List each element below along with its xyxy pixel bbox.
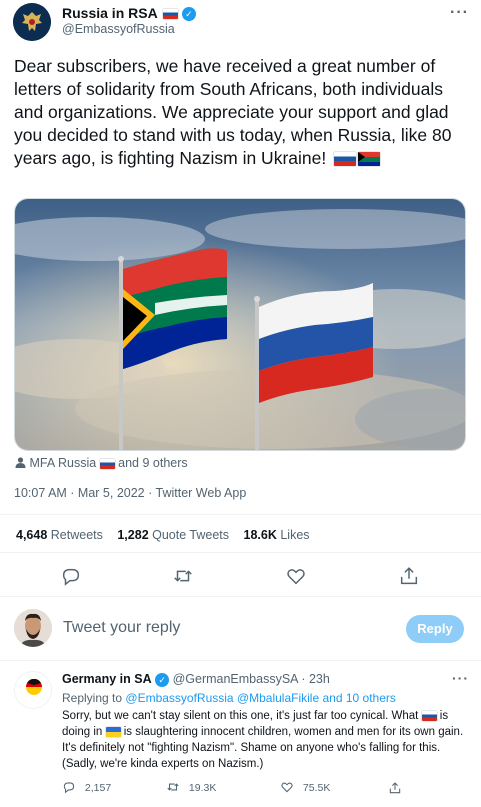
share-icon[interactable]	[398, 565, 420, 587]
person-icon	[15, 457, 26, 468]
like-icon	[281, 782, 293, 793]
user-avatar[interactable]	[14, 609, 52, 647]
flags-photo	[15, 199, 465, 450]
author-name[interactable]: Russia in RSA	[62, 5, 157, 21]
author-handle[interactable]: @EmbassyofRussia	[62, 22, 175, 36]
ukraine-flag-icon	[105, 726, 121, 737]
verified-badge-icon: ✓	[181, 7, 196, 22]
quote-tweets-stat[interactable]: 1,282 Quote Tweets	[117, 528, 229, 542]
reply-icon[interactable]	[60, 565, 82, 587]
tweet-timestamp[interactable]: 10:07 AM · Mar 5, 2022 · Twitter Web App	[14, 486, 246, 500]
divider	[0, 660, 481, 661]
more-icon[interactable]: ···	[450, 4, 469, 22]
reply-retweets[interactable]: 19.3K	[166, 780, 216, 794]
likes-label: Likes	[280, 528, 310, 542]
reply-text-part-3: is slaughtering innocent children, women…	[62, 726, 464, 770]
south-africa-flag-icon	[358, 152, 381, 167]
divider	[0, 514, 481, 515]
replying-to-label: Replying to	[62, 691, 123, 705]
divider	[0, 552, 481, 553]
russian-emblem-icon	[13, 3, 51, 41]
tweet-text: Dear subscribers, we have received a gre…	[14, 55, 469, 170]
retweets-label: Retweets	[50, 528, 103, 542]
reply-button[interactable]: Reply	[406, 615, 464, 643]
retweet-icon[interactable]	[172, 565, 194, 587]
reply-replies[interactable]: 2,157	[62, 780, 111, 794]
retweet-icon	[167, 783, 179, 791]
reply-retweets-count: 19.3K	[188, 782, 217, 794]
reply-likes[interactable]: 75.5K	[280, 780, 330, 794]
russia-flag-icon	[421, 710, 437, 721]
reply-text: Sorry, but we can't stay silent on this …	[62, 708, 474, 772]
tagged-users[interactable]: MFA Russia and 9 others	[15, 456, 188, 470]
divider	[0, 596, 481, 597]
verified-badge-icon: ✓	[155, 672, 170, 687]
author-avatar[interactable]	[13, 3, 51, 41]
tweet-body: Dear subscribers, we have received a gre…	[14, 56, 452, 168]
share-icon[interactable]	[388, 781, 402, 795]
reply-author-handle[interactable]: @GermanEmbassySA	[173, 672, 298, 686]
reply-author-name[interactable]: Germany in SA	[62, 672, 152, 686]
tagged-primary[interactable]: MFA Russia	[29, 456, 96, 470]
tweet-image[interactable]	[14, 198, 466, 451]
russia-flag-icon	[334, 152, 357, 167]
reply-replies-count: 2,157	[84, 782, 112, 794]
russia-flag-icon	[99, 458, 115, 469]
author-name-row[interactable]: Russia in RSA ✓	[62, 5, 196, 22]
replying-to-mentions[interactable]: @EmbassyofRussia @MbalulaFikile and 10 o…	[125, 691, 395, 705]
reply-likes-count: 75.5K	[302, 782, 331, 794]
quote-tweets-label: Quote Tweets	[152, 528, 230, 542]
tweet-stats: 4,648 Retweets 1,282 Quote Tweets 18.6K …	[16, 528, 310, 542]
likes-count: 18.6K	[243, 528, 277, 542]
tagged-others[interactable]: and 9 others	[118, 456, 188, 470]
reply-text-part-1: Sorry, but we can't stay silent on this …	[62, 710, 419, 722]
likes-stat[interactable]: 18.6K Likes	[244, 528, 310, 542]
reply-age[interactable]: · 23h	[301, 672, 330, 686]
reply-input[interactable]: Tweet your reply	[63, 619, 383, 637]
reply-icon	[63, 782, 75, 794]
user-photo	[14, 609, 52, 647]
german-embassy-logo-icon	[26, 678, 42, 695]
reply-header: Germany in SA ✓ @GermanEmbassySA · 23h	[62, 672, 330, 687]
retweets-stat[interactable]: 4,648 Retweets	[16, 528, 103, 542]
retweets-count: 4,648	[16, 528, 48, 542]
quote-tweets-count: 1,282	[117, 528, 149, 542]
reply-author-avatar[interactable]	[14, 671, 52, 709]
replying-to: Replying to @EmbassyofRussia @MbalulaFik…	[62, 691, 396, 705]
russia-flag-icon	[163, 9, 179, 20]
like-icon[interactable]	[285, 565, 307, 587]
more-icon[interactable]: ···	[452, 670, 469, 686]
